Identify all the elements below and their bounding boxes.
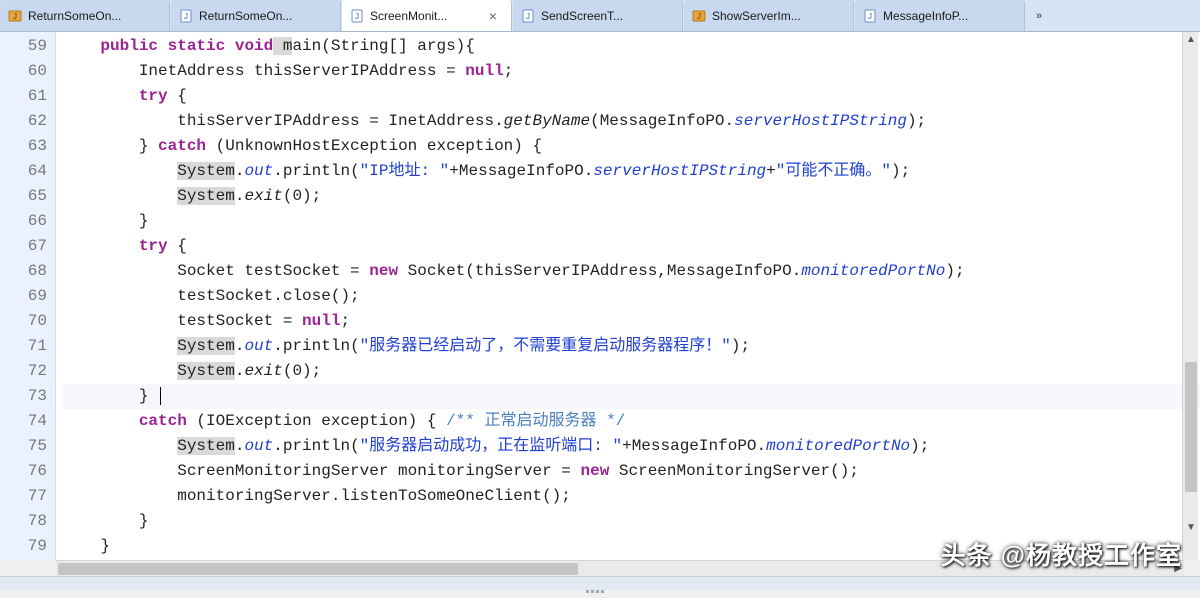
tab-label: ScreenMonit... [370,9,481,23]
status-strip [0,576,1200,590]
tab-returnsomeon-2[interactable]: J ReturnSomeOn... [171,0,341,31]
code-line[interactable]: System.out.println("服务器启动成功，正在监听端口: "+Me… [62,434,1200,459]
tab-messageinfop[interactable]: J MessageInfoP... [855,0,1025,31]
tabs-overflow-button[interactable]: » [1026,0,1052,31]
java-unit-icon: J [692,9,706,23]
tab-returnsomeon-1[interactable]: J ReturnSomeOn... [0,0,170,31]
java-file-icon: J [521,9,535,23]
line-number: 72 [0,359,47,384]
code-line[interactable]: System.exit(0); [62,359,1200,384]
line-number: 63 [0,134,47,159]
svg-text:J: J [13,12,17,21]
line-number: 75 [0,434,47,459]
svg-text:J: J [184,12,188,21]
code-line[interactable]: monitoringServer.listenToSomeOneClient()… [62,484,1200,509]
line-number: 59 [0,34,47,59]
vertical-scrollbar[interactable]: ▲ ▼ [1182,32,1198,560]
svg-text:J: J [697,12,701,21]
line-number: 62 [0,109,47,134]
svg-text:J: J [526,12,530,21]
text-cursor [160,387,161,405]
code-line[interactable]: System.out.println("IP地址: "+MessageInfoP… [62,159,1200,184]
line-number: 73 [0,384,47,409]
code-line[interactable]: InetAddress thisServerIPAddress = null; [62,59,1200,84]
tab-showserverim[interactable]: J ShowServerIm... [684,0,854,31]
code-editor: 5960616263646566676869707172737475767778… [0,32,1200,560]
line-number: 77 [0,484,47,509]
scrollbar-thumb[interactable] [58,563,578,575]
code-line[interactable]: try { [62,84,1200,109]
java-unit-icon: J [8,9,22,23]
tab-sendscreent[interactable]: J SendScreenT... [513,0,683,31]
code-area[interactable]: public static void main(String[] args){ … [56,32,1200,560]
code-line[interactable]: thisServerIPAddress = InetAddress.getByN… [62,109,1200,134]
line-number: 78 [0,509,47,534]
code-line[interactable]: testSocket.close(); [62,284,1200,309]
code-line[interactable]: System.out.println("服务器已经启动了，不需要重复启动服务器程… [62,334,1200,359]
java-file-icon: J [350,9,364,23]
svg-text:J: J [355,12,359,21]
close-icon[interactable]: × [487,8,499,24]
line-number-gutter: 5960616263646566676869707172737475767778… [0,32,56,560]
line-number: 60 [0,59,47,84]
line-number: 70 [0,309,47,334]
tab-screenmonit[interactable]: J ScreenMonit... × [342,0,512,31]
java-file-icon: J [863,9,877,23]
line-number: 65 [0,184,47,209]
tab-label: MessageInfoP... [883,9,1012,23]
line-number: 68 [0,259,47,284]
code-line[interactable]: Socket testSocket = new Socket(thisServe… [62,259,1200,284]
line-number: 74 [0,409,47,434]
java-file-icon: J [179,9,193,23]
chevron-double-right-icon: » [1036,10,1042,22]
code-line[interactable]: catch (IOException exception) { /** 正常启动… [62,409,1200,434]
line-number: 71 [0,334,47,359]
line-number: 64 [0,159,47,184]
watermark-text: 头条 @杨教授工作室 [941,536,1182,572]
code-line[interactable]: public static void main(String[] args){ [62,34,1200,59]
tab-label: ReturnSomeOn... [28,9,157,23]
code-line[interactable]: } [62,509,1200,534]
code-line[interactable]: } catch (UnknownHostException exception)… [62,134,1200,159]
line-number: 79 [0,534,47,559]
tab-label: SendScreenT... [541,9,670,23]
line-number: 76 [0,459,47,484]
code-line[interactable]: } [62,209,1200,234]
code-line[interactable]: } [62,384,1200,409]
code-line[interactable]: ScreenMonitoringServer monitoringServer … [62,459,1200,484]
tab-label: ReturnSomeOn... [199,9,328,23]
tab-label: ShowServerIm... [712,9,841,23]
svg-text:J: J [868,12,872,21]
scroll-up-icon[interactable]: ▲ [1186,34,1196,44]
code-line[interactable]: try { [62,234,1200,259]
scroll-down-icon[interactable]: ▼ [1186,522,1196,532]
line-number: 66 [0,209,47,234]
line-number: 69 [0,284,47,309]
scrollbar-thumb[interactable] [1185,362,1197,492]
code-line[interactable]: System.exit(0); [62,184,1200,209]
line-number: 61 [0,84,47,109]
editor-tab-bar: J ReturnSomeOn... J ReturnSomeOn... J Sc… [0,0,1200,32]
line-number: 67 [0,234,47,259]
code-line[interactable]: testSocket = null; [62,309,1200,334]
drag-handle-icon[interactable] [585,580,615,588]
